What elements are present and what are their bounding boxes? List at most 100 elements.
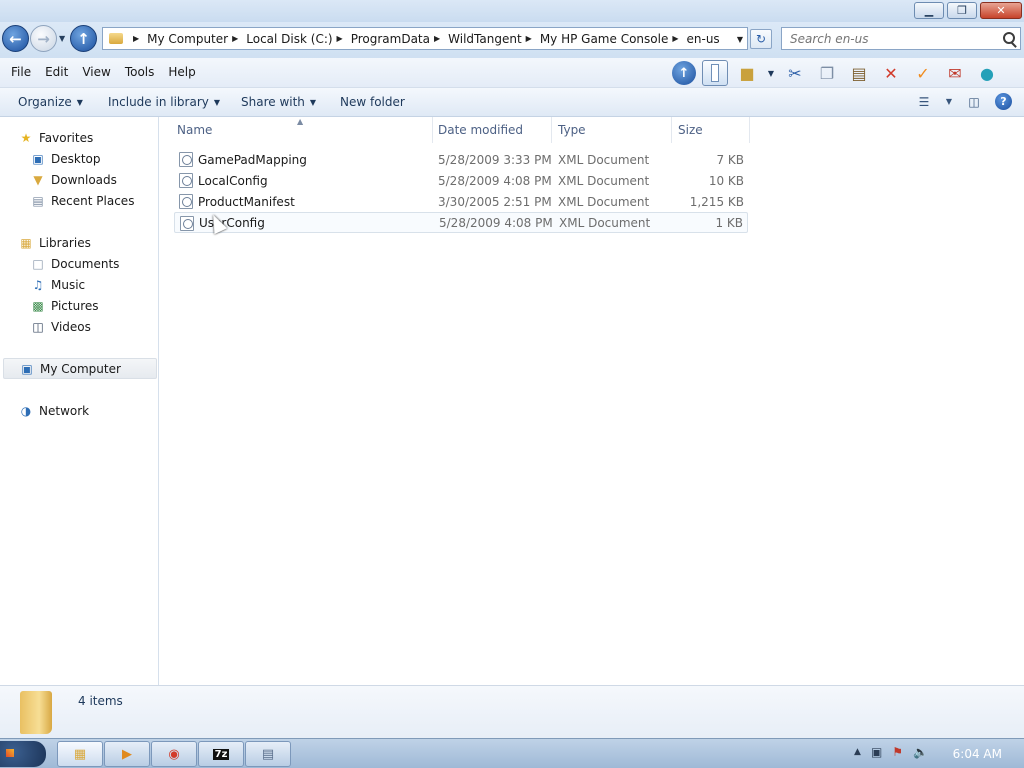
chevron-down-icon: ▼: [76, 97, 83, 107]
search-box[interactable]: [781, 27, 1021, 50]
clock[interactable]: 6:04 AM: [953, 747, 1002, 761]
up-button[interactable]: ↑: [70, 25, 97, 52]
new-folder-button[interactable]: New folder: [340, 95, 405, 109]
item-count: 4 items: [78, 694, 123, 708]
file-type: XML Document: [558, 173, 650, 188]
help-icon[interactable]: ?: [995, 93, 1012, 110]
file-type: XML Document: [559, 215, 651, 230]
action-center-icon[interactable]: ⚑: [892, 745, 903, 759]
network-icon: ◑: [20, 403, 32, 418]
taskbar-7zip[interactable]: 7z: [198, 741, 244, 767]
breadcrumb-root-arrow[interactable]: ▶: [129, 34, 147, 43]
delete-icon[interactable]: ✕: [878, 60, 904, 86]
breadcrumb-item[interactable]: Local Disk (C:) ▶: [246, 32, 350, 46]
recent-places-icon: ▤: [32, 193, 44, 208]
file-name: GamePadMapping: [198, 152, 307, 167]
nav-downloads[interactable]: ▼ Downloads: [30, 169, 187, 190]
file-type: XML Document: [558, 194, 650, 209]
nav-desktop[interactable]: ▣ Desktop: [30, 148, 187, 169]
up-folder-icon[interactable]: ↑: [672, 61, 696, 85]
file-row[interactable]: GamePadMapping 5/28/2009 3:33 PM XML Doc…: [174, 149, 748, 170]
address-dropdown-icon[interactable]: ▼: [737, 35, 743, 44]
nav-recent-places[interactable]: ▤ Recent Places: [30, 190, 187, 211]
file-row[interactable]: UserConfig 5/28/2009 4:08 PM XML Documen…: [174, 212, 748, 233]
change-view-icon[interactable]: ☰: [915, 94, 933, 110]
column-type[interactable]: Type: [552, 117, 672, 143]
taskbar-explorer[interactable]: ▦: [57, 741, 103, 767]
column-date-modified[interactable]: Date modified: [432, 117, 552, 143]
nav-libraries[interactable]: ▦ Libraries: [18, 232, 175, 253]
chrome-icon: ◉: [168, 746, 180, 762]
search-icon[interactable]: [1003, 32, 1015, 44]
file-size: 1 KB: [715, 215, 743, 230]
nav-music[interactable]: ♫ Music: [30, 274, 187, 295]
nav-my-computer[interactable]: ▣ My Computer: [3, 358, 157, 379]
music-icon: ♫: [32, 277, 44, 292]
xml-file-icon: [179, 152, 193, 167]
forward-button[interactable]: →: [30, 25, 57, 52]
breadcrumb-item[interactable]: WildTangent ▶: [448, 32, 540, 46]
details-pane: 4 items: [0, 685, 1024, 738]
file-date: 5/28/2009 3:33 PM: [438, 152, 552, 167]
taskbar-media-player[interactable]: ▶: [104, 741, 150, 767]
folder-icon: [109, 33, 123, 44]
paste-icon[interactable]: ▤: [846, 60, 872, 86]
nav-documents[interactable]: □ Documents: [30, 253, 187, 274]
recent-pages-dropdown-icon[interactable]: ▼: [59, 34, 65, 43]
taskbar-app[interactable]: ▤: [245, 741, 291, 767]
address-bar[interactable]: ▶ My Computer ▶ Local Disk (C:) ▶ ProgramD…: [102, 27, 748, 50]
view-dropdown-icon[interactable]: ▼: [945, 94, 953, 110]
nav-favorites[interactable]: ★ Favorites: [18, 127, 175, 148]
search-input[interactable]: [790, 31, 995, 46]
file-date: 5/28/2009 4:08 PM: [439, 215, 553, 230]
volume-icon[interactable]: 🔈: [913, 745, 928, 759]
taskbar: ▦ ▶ ◉ 7z ▤ ▲ ▣ ⚑ 🔈 6:04 AM: [0, 738, 1024, 768]
breadcrumb-item[interactable]: My HP Game Console ▶: [540, 32, 687, 46]
breadcrumb-item[interactable]: ProgramData ▶: [351, 32, 448, 46]
star-icon: ★: [20, 130, 32, 145]
column-name[interactable]: Name: [171, 117, 433, 143]
close-button[interactable]: ✕: [980, 2, 1022, 19]
breadcrumb-item[interactable]: My Computer ▶: [147, 32, 246, 46]
organize-button[interactable]: Organize ▼: [18, 95, 83, 109]
taskbar-chrome[interactable]: ◉: [151, 741, 197, 767]
address-row: ← → ▼ ↑ ▶ My Computer ▶ Local Disk (C:) ▶ …: [0, 22, 1024, 58]
menu-bar: File Edit View Tools Help: [4, 65, 203, 79]
preview-pane-icon[interactable]: [702, 60, 728, 86]
cut-icon[interactable]: ✂: [782, 60, 808, 86]
minimize-button[interactable]: ▁: [914, 2, 944, 19]
breadcrumb-item[interactable]: en-us: [687, 32, 720, 46]
menu-help[interactable]: Help: [161, 65, 202, 79]
nav-videos[interactable]: ◫ Videos: [30, 316, 187, 337]
restore-button[interactable]: ❐: [947, 2, 977, 19]
include-in-library-button[interactable]: Include in library ▼: [108, 95, 220, 109]
dropdown-arrow-icon[interactable]: ▼: [766, 60, 776, 86]
copy-icon[interactable]: ❐: [814, 60, 840, 86]
nav-pictures[interactable]: ▩ Pictures: [30, 295, 187, 316]
menu-tools[interactable]: Tools: [118, 65, 162, 79]
navigation-pane: ★ Favorites ▣ Desktop ▼ Downloads ▤ Recent P…: [0, 117, 159, 685]
preview-pane-toggle-icon[interactable]: ◫: [965, 94, 983, 110]
file-size: 7 KB: [716, 152, 744, 167]
share-with-button[interactable]: Share with ▼: [241, 95, 316, 109]
menu-edit[interactable]: Edit: [38, 65, 75, 79]
email-icon[interactable]: ✉: [942, 60, 968, 86]
column-size[interactable]: Size: [672, 117, 750, 143]
start-button[interactable]: [0, 741, 46, 767]
refresh-button[interactable]: ↻: [750, 29, 772, 49]
show-hidden-icons-icon[interactable]: ▲: [854, 747, 861, 757]
xml-file-icon: [179, 194, 193, 209]
menu-view[interactable]: View: [75, 65, 117, 79]
file-row[interactable]: LocalConfig 5/28/2009 4:08 PM XML Docume…: [174, 170, 748, 191]
nav-network[interactable]: ◑ Network: [18, 400, 175, 421]
back-button[interactable]: ←: [2, 25, 29, 52]
file-date: 3/30/2005 2:51 PM: [438, 194, 552, 209]
chevron-down-icon: ▼: [213, 97, 221, 107]
properties-check-icon[interactable]: ✓: [910, 60, 936, 86]
network-tray-icon[interactable]: ▣: [871, 745, 882, 759]
globe-icon[interactable]: ●: [974, 60, 1000, 86]
computer-icon: ▣: [21, 361, 33, 376]
folder-options-icon[interactable]: ■: [734, 60, 760, 86]
menu-file[interactable]: File: [4, 65, 38, 79]
file-row[interactable]: ProductManifest 3/30/2005 2:51 PM XML Do…: [174, 191, 748, 212]
